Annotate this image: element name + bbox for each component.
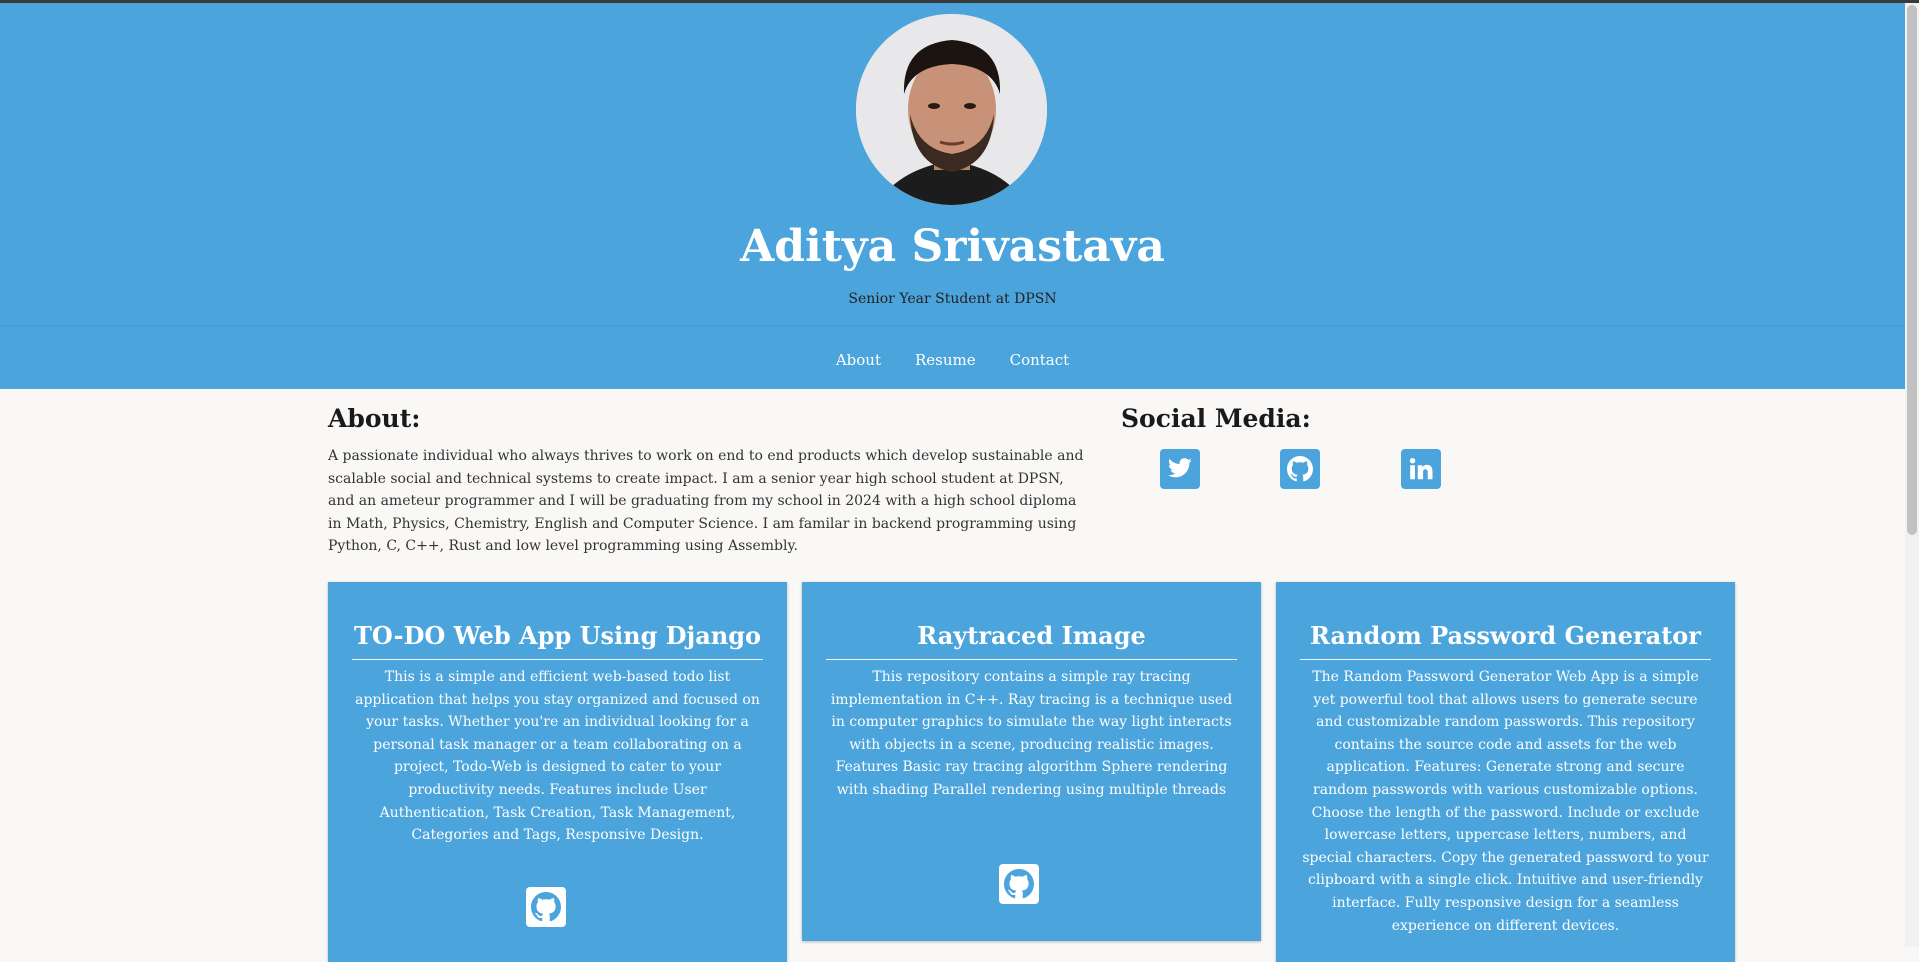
github-icon[interactable] [999,864,1039,904]
github-icon[interactable] [1280,449,1320,489]
project-title: TO-DO Web App Using Django [352,619,763,660]
main-nav: About Resume Contact [0,349,1905,371]
social-heading: Social Media: [1121,404,1311,433]
profile-photo [856,14,1047,205]
project-title: Random Password Generator [1300,619,1711,660]
about-heading: About: [328,404,421,433]
profile-header: Aditya Srivastava Senior Year Student at… [0,3,1905,389]
github-icon[interactable] [526,887,566,927]
profile-name: Aditya Srivastava [740,221,1165,272]
scrollbar-thumb[interactable] [1907,5,1917,535]
twitter-icon[interactable] [1160,449,1200,489]
project-card: TO-DO Web App Using Django This is a sim… [328,582,787,962]
project-description: The Random Password Generator Web App is… [1302,669,1709,934]
project-title: Raytraced Image [826,619,1237,660]
linkedin-icon[interactable] [1401,449,1441,489]
project-description: This repository contains a simple ray tr… [830,669,1233,798]
project-card: Random Password Generator The Random Pas… [1276,582,1735,962]
page-scrollbar[interactable] [1905,3,1919,947]
project-description: This is a simple and efficient web-based… [355,669,760,844]
nav-resume-link[interactable]: Resume [915,349,976,371]
profile-tagline: Senior Year Student at DPSN [848,291,1057,307]
nav-about-link[interactable]: About [836,349,881,371]
nav-contact-link[interactable]: Contact [1010,349,1070,371]
nav-divider [0,325,1905,326]
about-body: A passionate individual who always thriv… [328,448,1084,555]
project-card: Raytraced Image This repository contains… [802,582,1261,941]
